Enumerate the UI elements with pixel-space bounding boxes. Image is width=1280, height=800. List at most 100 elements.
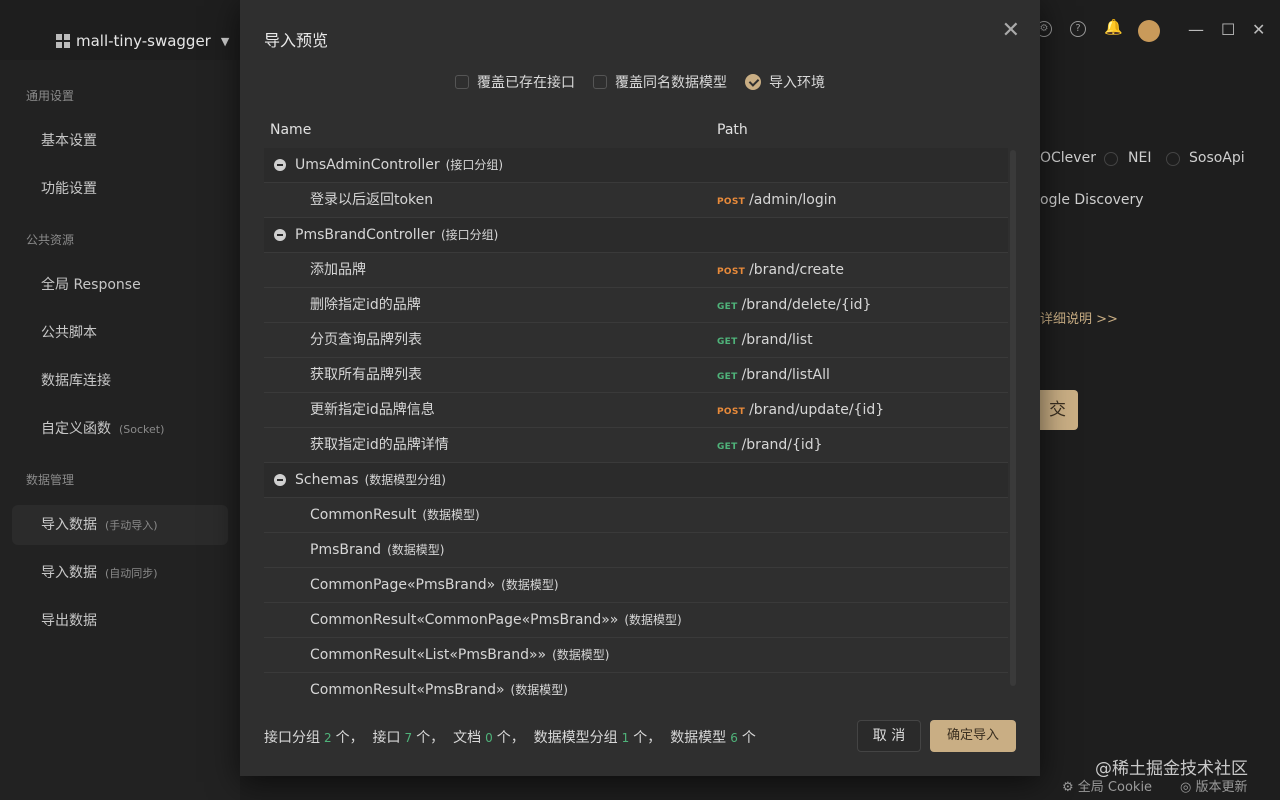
row-name: CommonPage«PmsBrand» (数据模型) [310, 577, 559, 593]
row-name: 登录以后返回token [310, 192, 434, 208]
row-tag: (数据模型) [387, 543, 445, 557]
maximize-icon[interactable]: ☐ [1221, 20, 1235, 39]
row-tag: (数据模型) [552, 648, 610, 662]
table-header: Name Path [264, 112, 1008, 149]
method-badge: POST [717, 197, 746, 207]
option-import-env[interactable]: 导入环境 [745, 72, 825, 92]
close-icon[interactable]: ✕ [1002, 18, 1020, 43]
row-path: GET/brand/delete/{id} [717, 297, 872, 313]
import-options: 覆盖已存在接口 覆盖同名数据模型 导入环境 [240, 72, 1040, 92]
table-group-row[interactable]: PmsBrandController (接口分组) [264, 218, 1008, 253]
confirm-import-button[interactable]: 确定导入 [930, 720, 1016, 752]
row-name: Schemas (数据模型分组) [295, 472, 446, 488]
source-option[interactable]: SosoApi [1189, 150, 1245, 166]
method-badge: POST [717, 407, 746, 417]
row-name: 获取所有品牌列表 [310, 367, 422, 383]
dialog-title: 导入预览 [264, 31, 329, 50]
table-row[interactable]: 获取所有品牌列表 GET/brand/listAll [264, 358, 1008, 393]
table-row[interactable]: 删除指定id的品牌 GET/brand/delete/{id} [264, 288, 1008, 323]
table-row[interactable]: 登录以后返回token POST/admin/login [264, 183, 1008, 218]
sidebar-section-title: 数据管理 [26, 473, 75, 487]
detail-link[interactable]: 详细说明 >> [1040, 308, 1118, 327]
method-badge: POST [717, 267, 746, 277]
sidebar-item-global-response[interactable]: 全局 Response [12, 265, 228, 305]
row-name: PmsBrand (数据模型) [310, 542, 445, 558]
row-path: POST/admin/login [717, 192, 837, 208]
row-path: GET/brand/{id} [717, 437, 823, 453]
source-option[interactable]: OClever [1040, 150, 1096, 166]
sidebar-item-import-auto[interactable]: 导入数据 (自动同步) [12, 553, 228, 593]
import-summary: 接口分组 2 个， 接口 7 个， 文档 0 个， 数据模型分组 1 个， 数据模型 6 个 [264, 730, 756, 746]
method-badge: GET [717, 372, 738, 382]
row-tag: (接口分组) [445, 158, 504, 172]
table-row[interactable]: 分页查询品牌列表 GET/brand/list [264, 323, 1008, 358]
project-selector[interactable]: mall-tiny-swagger ▼ [56, 32, 229, 50]
sidebar-item-custom-functions[interactable]: 自定义函数 (Socket) [12, 409, 228, 449]
source-option[interactable]: NEI [1128, 150, 1151, 166]
row-name: CommonResult (数据模型) [310, 507, 480, 523]
table-body: UmsAdminController (接口分组) 登录以后返回token POST /… [264, 148, 1008, 696]
radio-nei[interactable] [1104, 152, 1118, 166]
project-name: mall-tiny-swagger [76, 32, 211, 50]
table-row[interactable]: 更新指定id品牌信息 POST/brand/update/{id} [264, 393, 1008, 428]
row-name: 分页查询品牌列表 [310, 332, 422, 348]
sidebar-item-db-connections[interactable]: 数据库连接 [12, 361, 228, 401]
table-row[interactable]: CommonResult (数据模型) [264, 498, 1008, 533]
scrollbar[interactable] [1010, 150, 1016, 686]
checkbox-icon[interactable] [593, 75, 607, 89]
row-tag: (数据模型分组) [364, 473, 446, 487]
method-badge: GET [717, 442, 738, 452]
radio-sosoapi[interactable] [1166, 152, 1180, 166]
checkbox-checked-icon[interactable] [745, 74, 761, 90]
sidebar-item-basic-settings[interactable]: 基本设置 [12, 121, 228, 161]
row-tag: (数据模型) [510, 683, 568, 696]
collapse-icon[interactable] [274, 474, 286, 486]
window-close-icon[interactable]: ✕ [1252, 20, 1265, 39]
import-preview-dialog: 导入预览 ✕ 覆盖已存在接口 覆盖同名数据模型 导入环境 Name Path U… [240, 0, 1040, 776]
sidebar-item-feature-settings[interactable]: 功能设置 [12, 169, 228, 209]
avatar[interactable] [1138, 20, 1160, 42]
row-tag: (数据模型) [422, 508, 480, 522]
sidebar-item-export[interactable]: 导出数据 [12, 601, 228, 641]
checkbox-icon[interactable] [455, 75, 469, 89]
option-overwrite-models[interactable]: 覆盖同名数据模型 [593, 72, 727, 92]
table-row[interactable]: 获取指定id的品牌详情 GET/brand/{id} [264, 428, 1008, 463]
option-overwrite-apis[interactable]: 覆盖已存在接口 [455, 72, 575, 92]
column-path: Path [717, 122, 748, 138]
table-row[interactable]: CommonResult«PmsBrand» (数据模型) [264, 673, 1008, 696]
row-tag: (数据模型) [624, 613, 682, 627]
collapse-icon[interactable] [274, 159, 286, 171]
table-row[interactable]: PmsBrand (数据模型) [264, 533, 1008, 568]
collapse-icon[interactable] [274, 229, 286, 241]
grid-icon [56, 34, 70, 48]
sidebar-section-title: 通用设置 [26, 89, 75, 103]
row-name: CommonResult«List«PmsBrand»» (数据模型) [310, 647, 610, 663]
table-group-row[interactable]: UmsAdminController (接口分组) [264, 148, 1008, 183]
row-name: 获取指定id的品牌详情 [310, 437, 449, 453]
row-name: 添加品牌 [310, 262, 366, 278]
table-row[interactable]: CommonResult«List«PmsBrand»» (数据模型) [264, 638, 1008, 673]
sidebar: 通用设置 基本设置 功能设置 公共资源 全局 Response 公共脚本 数据库… [0, 60, 240, 800]
table-row[interactable]: CommonResult«CommonPage«PmsBrand»» (数据模型) [264, 603, 1008, 638]
row-name: PmsBrandController (接口分组) [295, 227, 499, 243]
sidebar-item-import-manual[interactable]: 导入数据 (手动导入) [12, 505, 228, 545]
sidebar-item-public-scripts[interactable]: 公共脚本 [12, 313, 228, 353]
caret-down-icon: ▼ [220, 34, 230, 48]
method-badge: GET [717, 302, 738, 312]
table-row[interactable]: 添加品牌 POST/brand/create [264, 253, 1008, 288]
row-path: GET/brand/listAll [717, 367, 830, 383]
table-row[interactable]: CommonPage«PmsBrand» (数据模型) [264, 568, 1008, 603]
source-option[interactable]: ogle Discovery [1040, 192, 1144, 208]
table-group-row[interactable]: Schemas (数据模型分组) [264, 463, 1008, 498]
cancel-button[interactable]: 取 消 [857, 720, 921, 752]
row-tag: (接口分组) [440, 228, 499, 242]
watermark: @稀土掘金技术社区 [1095, 759, 1248, 779]
help-icon[interactable]: ? [1070, 21, 1086, 37]
minimize-icon[interactable]: — [1188, 20, 1204, 39]
row-name: 更新指定id品牌信息 [310, 402, 435, 418]
bell-icon[interactable]: 🔔 [1104, 20, 1123, 37]
row-path: GET/brand/list [717, 332, 813, 348]
row-name: CommonResult«CommonPage«PmsBrand»» (数据模型) [310, 612, 682, 628]
sidebar-section-title: 公共资源 [26, 233, 75, 247]
row-name: 删除指定id的品牌 [310, 297, 421, 313]
